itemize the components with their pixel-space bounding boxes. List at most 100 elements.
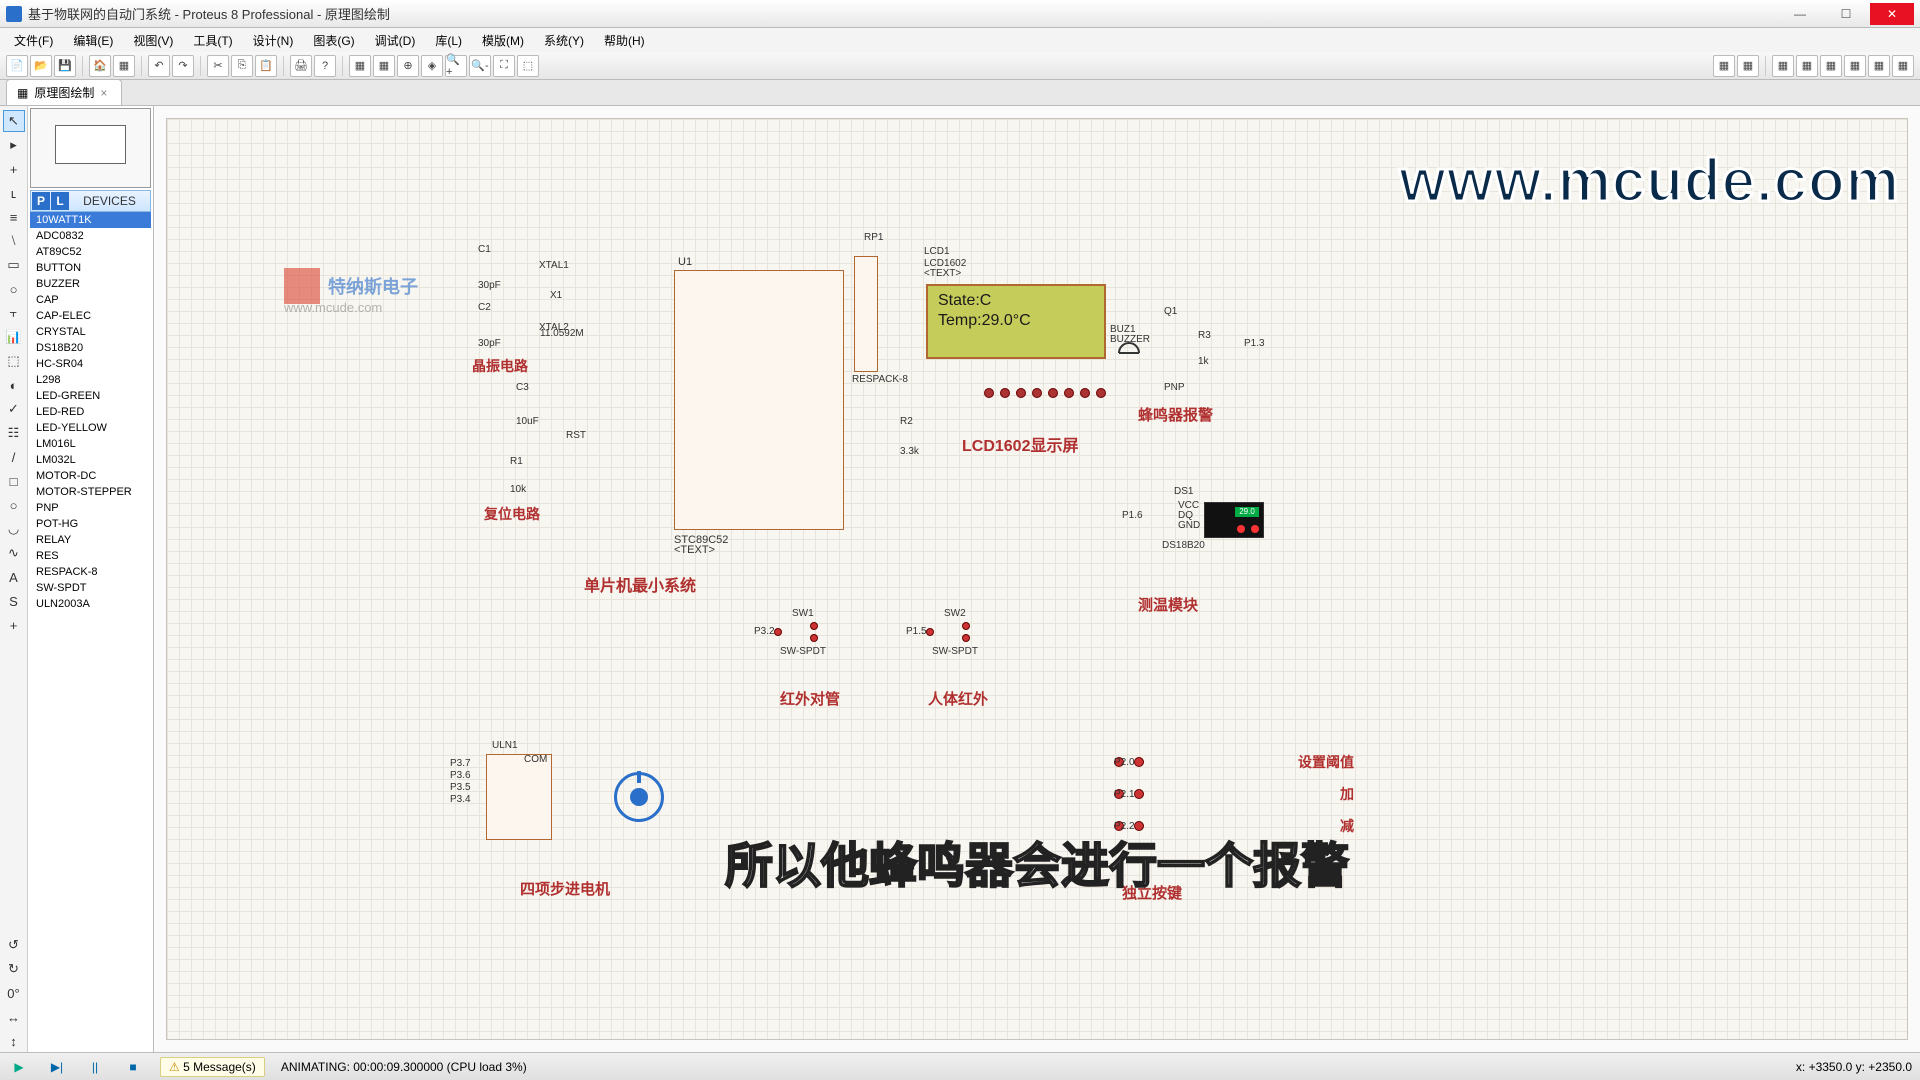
sw2[interactable]	[926, 618, 1006, 648]
library-button[interactable]: L	[51, 192, 69, 210]
tb-center[interactable]: ◈	[421, 55, 443, 77]
tb-origin[interactable]: ⊕	[397, 55, 419, 77]
u1-chip[interactable]	[674, 270, 844, 530]
tb-home[interactable]: 🏠	[89, 55, 111, 77]
button-pad[interactable]	[1134, 789, 1144, 799]
tb-save[interactable]: 💾	[54, 55, 76, 77]
stop-button[interactable]: ■	[122, 1056, 144, 1078]
button-pad[interactable]	[1134, 757, 1144, 767]
tb-sim1[interactable]: ▦	[1713, 55, 1735, 77]
device-item[interactable]: RES	[30, 548, 151, 564]
menu-graph[interactable]: 图表(G)	[305, 30, 362, 51]
device-item[interactable]: CRYSTAL	[30, 324, 151, 340]
close-button[interactable]: ✕	[1870, 3, 1914, 25]
lt-rot-ccw[interactable]: ↺	[3, 934, 25, 956]
pause-button[interactable]: ||	[84, 1056, 106, 1078]
menu-file[interactable]: 文件(F)	[6, 30, 61, 51]
tb-sim4[interactable]: ▦	[1796, 55, 1818, 77]
tb-sim8[interactable]: ▦	[1892, 55, 1914, 77]
menu-library[interactable]: 库(L)	[427, 30, 470, 51]
tb-cut[interactable]: ✂	[207, 55, 229, 77]
lt-rot-cw[interactable]: ↻	[3, 958, 25, 980]
device-item[interactable]: DS18B20	[30, 340, 151, 356]
lt-probe[interactable]: ✓	[3, 398, 25, 420]
lt-marker[interactable]: +	[3, 614, 25, 636]
canvas[interactable]: 特纳斯电子 www.mcude.com U1 STC89C52 <TEXT> C…	[154, 106, 1920, 1052]
minimize-button[interactable]: —	[1778, 3, 1822, 25]
overview[interactable]	[30, 108, 151, 188]
lt-graph[interactable]: 📊	[3, 326, 25, 348]
tb-zoomfit[interactable]: ⛶	[493, 55, 515, 77]
tb-schematic[interactable]: ▦	[113, 55, 135, 77]
play-button[interactable]: ▶	[8, 1056, 30, 1078]
device-item[interactable]: MOTOR-STEPPER	[30, 484, 151, 500]
lt-box[interactable]: □	[3, 470, 25, 492]
lt-select[interactable]: ↖	[3, 110, 25, 132]
lt-arc[interactable]: ◡	[3, 518, 25, 540]
lt-tape[interactable]: ⬚	[3, 350, 25, 372]
device-item[interactable]: L298	[30, 372, 151, 388]
device-item[interactable]: CAP-ELEC	[30, 308, 151, 324]
device-item[interactable]: SW-SPDT	[30, 580, 151, 596]
lcd-display[interactable]: State:C Temp:29.0°C	[926, 284, 1106, 359]
device-item[interactable]: AT89C52	[30, 244, 151, 260]
device-item[interactable]: BUTTON	[30, 260, 151, 276]
tb-zoomarea[interactable]: ⬚	[517, 55, 539, 77]
uln1[interactable]	[486, 754, 552, 840]
tb-grid2[interactable]: ▦	[373, 55, 395, 77]
tb-paste[interactable]: 📋	[255, 55, 277, 77]
tab-schematic[interactable]: ▦ 原理图绘制 ×	[6, 79, 122, 105]
tb-sim6[interactable]: ▦	[1844, 55, 1866, 77]
device-item[interactable]: POT-HG	[30, 516, 151, 532]
lt-symbol[interactable]: S	[3, 590, 25, 612]
lt-component[interactable]: ▸	[3, 134, 25, 156]
maximize-button[interactable]: ☐	[1824, 3, 1868, 25]
menu-edit[interactable]: 编辑(E)	[65, 30, 121, 51]
lt-angle[interactable]: 0°	[3, 982, 25, 1004]
device-item[interactable]: ULN2003A	[30, 596, 151, 612]
lt-subcircuit[interactable]: ▭	[3, 254, 25, 276]
menu-help[interactable]: 帮助(H)	[596, 30, 653, 51]
tb-zoomin[interactable]: 🔍+	[445, 55, 467, 77]
device-item[interactable]: LED-YELLOW	[30, 420, 151, 436]
lt-circle[interactable]: ○	[3, 494, 25, 516]
tb-undo[interactable]: ↶	[148, 55, 170, 77]
rp1[interactable]	[854, 256, 878, 372]
lt-instrument[interactable]: ☷	[3, 422, 25, 444]
pick-button[interactable]: P	[32, 192, 50, 210]
lt-label[interactable]: ʟ	[3, 182, 25, 204]
menu-tools[interactable]: 工具(T)	[185, 30, 240, 51]
tb-sim2[interactable]: ▦	[1737, 55, 1759, 77]
device-item[interactable]: RESPACK-8	[30, 564, 151, 580]
device-item[interactable]: LM016L	[30, 436, 151, 452]
step-button[interactable]: ▶|	[46, 1056, 68, 1078]
messages-badge[interactable]: ⚠ 5 Message(s)	[160, 1057, 265, 1077]
menu-system[interactable]: 系统(Y)	[536, 30, 592, 51]
tb-open[interactable]: 📂	[30, 55, 52, 77]
menu-design[interactable]: 设计(N)	[245, 30, 302, 51]
device-item[interactable]: ADC0832	[30, 228, 151, 244]
tb-help[interactable]: ?	[314, 55, 336, 77]
lt-flip-v[interactable]: ↕	[3, 1030, 25, 1052]
device-item[interactable]: LM032L	[30, 452, 151, 468]
device-item[interactable]: HC-SR04	[30, 356, 151, 372]
tb-copy[interactable]: ⎘	[231, 55, 253, 77]
lt-terminal[interactable]: ○	[3, 278, 25, 300]
lt-text[interactable]: ≡	[3, 206, 25, 228]
tb-print[interactable]: 🖨	[290, 55, 312, 77]
lt-bus[interactable]: ⧵	[3, 230, 25, 252]
device-item[interactable]: PNP	[30, 500, 151, 516]
buzzer-icon[interactable]	[1114, 338, 1144, 368]
stepper-motor[interactable]	[614, 772, 664, 822]
tb-zoomout[interactable]: 🔍-	[469, 55, 491, 77]
tb-sim5[interactable]: ▦	[1820, 55, 1842, 77]
lt-generator[interactable]: ◐	[3, 374, 25, 396]
tb-grid[interactable]: ▦	[349, 55, 371, 77]
device-item[interactable]: RELAY	[30, 532, 151, 548]
tb-sim3[interactable]: ▦	[1772, 55, 1794, 77]
tab-close-icon[interactable]: ×	[100, 86, 107, 100]
menu-template[interactable]: 模版(M)	[474, 30, 532, 51]
tb-sim7[interactable]: ▦	[1868, 55, 1890, 77]
menu-debug[interactable]: 调试(D)	[367, 30, 424, 51]
lt-flip-h[interactable]: ↔	[3, 1006, 25, 1028]
